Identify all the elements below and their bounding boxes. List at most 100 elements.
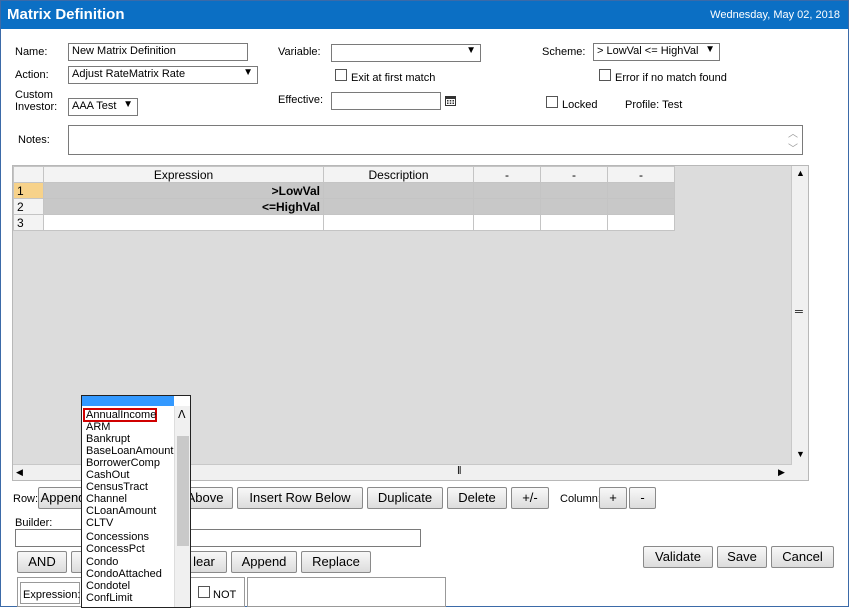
- column-header-4[interactable]: -: [540, 166, 608, 183]
- chevron-up-icon[interactable]: ᐱ: [178, 408, 186, 421]
- list-highlight: [82, 396, 174, 406]
- list-item[interactable]: ConcessPct: [86, 543, 145, 555]
- description-cell[interactable]: [323, 214, 474, 231]
- table-row[interactable]: 3: [13, 214, 675, 231]
- remove-column-button[interactable]: -: [629, 487, 656, 509]
- list-item[interactable]: CLTV: [86, 517, 113, 529]
- value-cell[interactable]: [473, 198, 541, 215]
- list-item[interactable]: Concessions: [86, 531, 149, 543]
- table-row[interactable]: 1 >LowVal: [13, 182, 675, 199]
- scheme-select[interactable]: > LowVal <= HighVal ▼: [593, 43, 720, 61]
- list-item[interactable]: Condotel: [86, 580, 130, 592]
- exit-first-match-checkbox[interactable]: [335, 69, 347, 81]
- expression-cell[interactable]: >LowVal: [43, 182, 324, 199]
- locked-label: Locked: [562, 99, 598, 111]
- chevron-down-icon: ▼: [705, 44, 715, 55]
- scroll-down-arrow-icon[interactable]: ▼: [796, 449, 805, 459]
- add-column-button[interactable]: +: [599, 487, 627, 509]
- table-row[interactable]: 2 <=HighVal: [13, 198, 675, 215]
- variable-select[interactable]: ▼: [331, 44, 481, 62]
- custom-investor-value: AAA Test: [72, 100, 117, 112]
- custom-investor-label-2: Investor:: [15, 101, 58, 113]
- value-cell[interactable]: [473, 182, 541, 199]
- chevron-down-icon: ▼: [243, 67, 253, 78]
- expression-cell[interactable]: [43, 214, 324, 231]
- row-number[interactable]: 2: [13, 198, 44, 215]
- duplicate-button[interactable]: Duplicate: [367, 487, 443, 509]
- effective-date-input[interactable]: [331, 92, 441, 110]
- scroll-up-icon[interactable]: ︿: [788, 125, 798, 140]
- list-item[interactable]: Bankrupt: [86, 433, 130, 445]
- list-item[interactable]: AnnualIncome: [86, 409, 156, 421]
- value-cell[interactable]: [607, 214, 675, 231]
- list-item[interactable]: BorrowerComp: [86, 457, 160, 469]
- row-number[interactable]: 3: [13, 214, 44, 231]
- value-cell[interactable]: [540, 198, 608, 215]
- insert-row-below-button[interactable]: Insert Row Below: [237, 487, 363, 509]
- list-item[interactable]: CashOut: [86, 469, 129, 481]
- error-no-match-label: Error if no match found: [615, 72, 727, 84]
- list-item[interactable]: CLoanAmount: [86, 505, 156, 517]
- value-cell[interactable]: [607, 182, 675, 199]
- scroll-grip-icon[interactable]: ═: [795, 306, 803, 318]
- scroll-down-icon[interactable]: ﹀: [788, 140, 798, 155]
- column-header-5[interactable]: -: [607, 166, 675, 183]
- column-header-3[interactable]: -: [473, 166, 541, 183]
- variable-label: Variable:: [278, 46, 321, 58]
- error-no-match-checkbox[interactable]: [599, 69, 611, 81]
- column-label: Column:: [560, 493, 601, 505]
- value-cell[interactable]: [473, 214, 541, 231]
- row-label: Row:: [13, 493, 39, 505]
- row-number[interactable]: 1: [13, 182, 44, 199]
- expression-value-box[interactable]: [247, 577, 446, 607]
- builder-input[interactable]: [15, 529, 421, 547]
- name-label: Name:: [15, 46, 48, 58]
- not-label: NOT: [213, 589, 237, 601]
- grid-corner-cell[interactable]: [13, 166, 44, 183]
- column-header-expression[interactable]: Expression: [43, 166, 324, 183]
- scheme-value: > LowVal <= HighVal: [597, 45, 699, 57]
- list-item[interactable]: BaseLoanAmount: [86, 445, 173, 457]
- list-item[interactable]: CondoAttached: [86, 568, 162, 580]
- list-item[interactable]: Channel: [86, 493, 127, 505]
- description-cell[interactable]: [323, 182, 474, 199]
- scroll-grip-icon[interactable]: ‖: [457, 465, 462, 477]
- scheme-label: Scheme:: [542, 46, 586, 58]
- expression-cell[interactable]: <=HighVal: [43, 198, 324, 215]
- column-header-description[interactable]: Description: [323, 166, 474, 183]
- builder-append-button[interactable]: Append: [231, 551, 297, 573]
- description-cell[interactable]: [323, 198, 474, 215]
- notes-textarea[interactable]: [68, 125, 803, 155]
- value-cell[interactable]: [540, 182, 608, 199]
- exit-first-match-label: Exit at first match: [351, 72, 436, 84]
- scroll-up-arrow-icon[interactable]: ▲: [796, 168, 805, 178]
- value-cell[interactable]: [540, 214, 608, 231]
- validate-button[interactable]: Validate: [643, 546, 713, 568]
- builder-label: Builder:: [15, 517, 53, 529]
- list-item[interactable]: ConfLimit: [86, 592, 132, 604]
- cancel-button[interactable]: Cancel: [771, 546, 834, 568]
- grid-vertical-scrollbar[interactable]: ▲ ═ ▼: [791, 166, 808, 480]
- value-cell[interactable]: [607, 198, 675, 215]
- list-item[interactable]: Condo: [86, 556, 118, 568]
- action-select[interactable]: Adjust RateMatrix Rate ▼: [68, 66, 258, 84]
- name-input[interactable]: New Matrix Definition: [68, 43, 248, 61]
- scroll-left-arrow-icon[interactable]: ◀: [16, 467, 23, 478]
- list-item[interactable]: ARM: [86, 421, 110, 433]
- list-item[interactable]: CensusTract: [86, 481, 148, 493]
- scroll-right-arrow-icon[interactable]: ▶: [778, 467, 785, 478]
- list-scrollbar[interactable]: ᐱ: [174, 406, 190, 607]
- calendar-icon[interactable]: [445, 95, 456, 106]
- list-scroll-thumb[interactable]: [177, 436, 189, 546]
- toggle-sign-button[interactable]: +/-: [511, 487, 549, 509]
- delete-button[interactable]: Delete: [447, 487, 507, 509]
- not-checkbox[interactable]: [198, 586, 210, 598]
- and-button[interactable]: AND: [17, 551, 67, 573]
- variable-dropdown-list[interactable]: AnnualIncome ARM Bankrupt BaseLoanAmount…: [81, 395, 191, 608]
- save-button[interactable]: Save: [717, 546, 767, 568]
- locked-checkbox[interactable]: [546, 96, 558, 108]
- custom-investor-label-1: Custom: [15, 89, 53, 101]
- header-date: Wednesday, May 02, 2018: [710, 9, 840, 21]
- custom-investor-select[interactable]: AAA Test ▼: [68, 98, 138, 116]
- replace-button[interactable]: Replace: [301, 551, 371, 573]
